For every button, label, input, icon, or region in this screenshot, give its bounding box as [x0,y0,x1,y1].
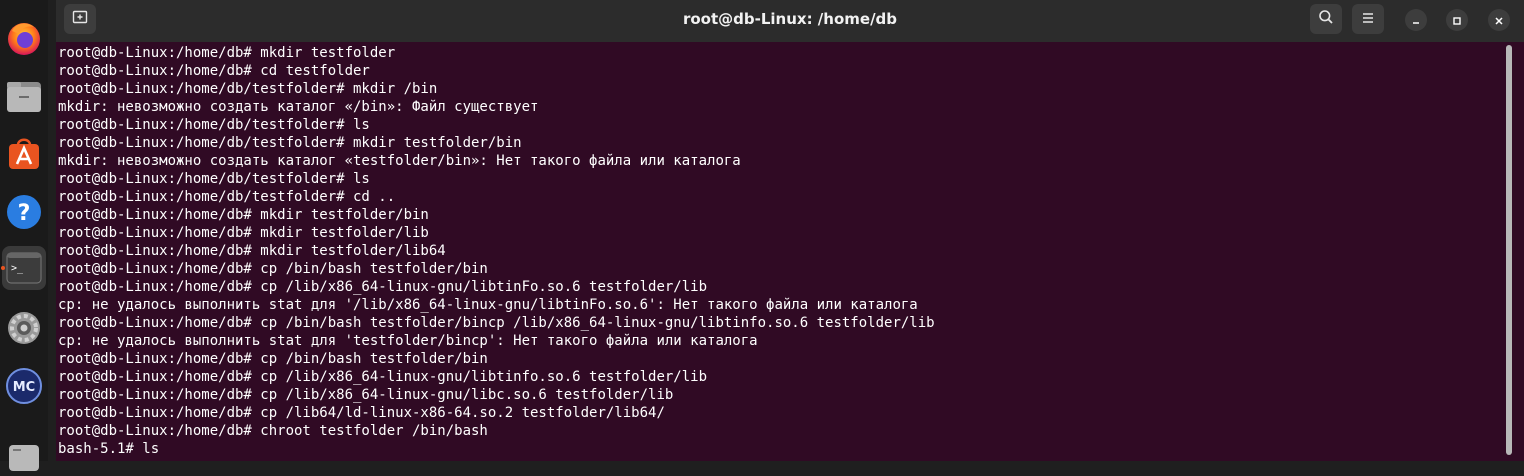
terminal-line: root@db-Linux:/home/db# chroot testfolde… [58,423,488,439]
terminal-icon: >_ [6,251,42,285]
minimize-button[interactable] [1405,9,1427,31]
terminal-line: root@db-Linux:/home/db/testfolder# mkdir… [58,81,438,97]
terminal-line: root@db-Linux:/home/db# cp /bin/bash tes… [58,261,488,277]
terminal-line: root@db-Linux:/home/db# cp /bin/bash tes… [58,351,488,367]
help-icon: ? [5,193,43,231]
terminal-line: root@db-Linux:/home/db/testfolder# ls [58,117,370,133]
window-title: root@db-Linux: /home/db [682,10,898,28]
terminal-line: root@db-Linux:/home/db# mkdir testfolder [58,45,396,61]
terminal-line: mkdir: невозможно создать каталог «/bin»… [58,99,539,115]
minimize-icon [1411,11,1421,30]
files-icon [5,78,43,114]
hamburger-menu-icon [1361,10,1375,29]
dock-item-app-center[interactable] [2,130,46,174]
dock-item-apps-grid[interactable] [2,432,46,476]
terminal-line: root@db-Linux:/home/db# mkdir testfolder… [58,225,429,241]
terminal-line: root@db-Linux:/home/db# mkdir testfolder… [58,207,429,223]
app-center-icon [5,133,43,171]
dock-item-terminal[interactable]: >_ [2,246,46,290]
terminal-line: root@db-Linux:/home/db# cp /bin/bash tes… [58,315,935,331]
active-indicator [1,266,5,270]
terminal-line: cp: не удалось выполнить stat для '/lib/… [58,297,918,313]
terminal-window: root@db-Linux: /home/db root@db-Linux:/h… [56,0,1524,461]
maximize-button[interactable] [1446,9,1468,31]
scrollbar[interactable] [1506,45,1512,455]
menu-button[interactable] [1352,4,1384,34]
svg-text:MC: MC [13,380,35,395]
titlebar: root@db-Linux: /home/db [56,0,1524,42]
terminal-line: bash-5.1# ls [58,441,160,457]
maximize-icon [1452,11,1462,30]
terminal-line: cp: не удалось выполнить stat для 'testf… [58,333,758,349]
firefox-icon [5,19,43,57]
terminal-output[interactable]: root@db-Linux:/home/db# mkdir testfolder… [58,44,1498,461]
settings-icon [5,309,43,347]
dock: ? >_ MC [0,0,48,471]
terminal-line: mkdir: невозможно создать каталог «testf… [58,153,741,169]
terminal-line: root@db-Linux:/home/db/testfolder# mkdir… [58,135,522,151]
midnight-commander-icon: MC [5,367,43,405]
dock-item-help[interactable]: ? [2,190,46,234]
terminal-line: root@db-Linux:/home/db/testfolder# ls [58,171,370,187]
dock-item-firefox[interactable] [2,16,46,60]
svg-text:>_: >_ [11,263,24,274]
svg-text:?: ? [18,201,31,226]
dock-item-files[interactable] [2,74,46,118]
dock-item-midnight-commander[interactable]: MC [2,364,46,408]
terminal-line: root@db-Linux:/home/db# cd testfolder [58,63,370,79]
terminal-line: root@db-Linux:/home/db# cp /lib/x86_64-l… [58,279,708,295]
search-icon [1318,9,1334,29]
terminal-line: root@db-Linux:/home/db# cp /lib/x86_64-l… [58,369,708,385]
terminal-line: root@db-Linux:/home/db/testfolder# cd .. [58,189,396,205]
dock-item-settings[interactable] [2,306,46,350]
apps-grid-icon [7,437,41,471]
search-button[interactable] [1310,4,1342,34]
terminal-line: root@db-Linux:/home/db# cp /lib/x86_64-l… [58,387,674,403]
close-button[interactable] [1488,9,1510,31]
terminal-line: root@db-Linux:/home/db# cp /lib64/ld-lin… [58,405,665,421]
close-icon [1494,11,1504,30]
terminal-line: root@db-Linux:/home/db# mkdir testfolder… [58,243,446,259]
